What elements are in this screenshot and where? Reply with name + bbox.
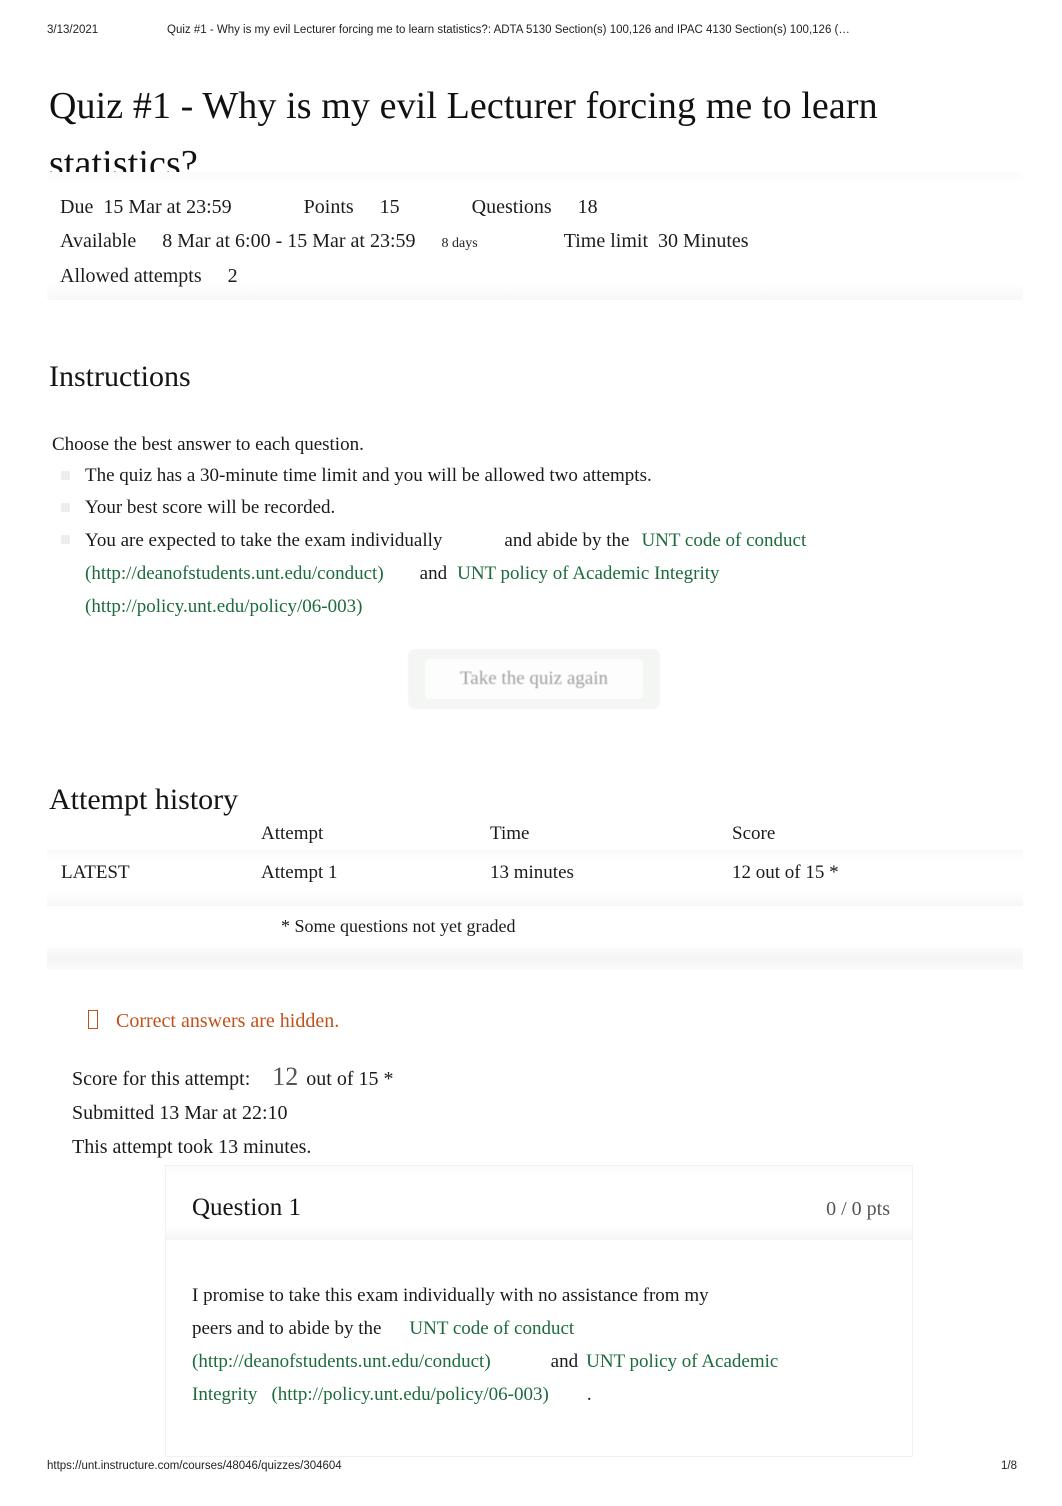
column-header-attempt: Attempt — [261, 823, 324, 844]
allowed-attempts-label: Allowed attempts — [60, 265, 202, 287]
instructions-intro: Choose the best answer to each question. — [52, 434, 364, 455]
questions-value: 18 — [577, 196, 598, 218]
available-days: 8 days — [441, 236, 478, 251]
available-value: 8 Mar at 6:00 - 15 Mar at 23:59 — [162, 230, 416, 252]
score-value: 12 — [272, 1062, 299, 1091]
link-unt-code-of-conduct[interactable]: UNT code of conduct — [409, 1318, 574, 1339]
print-footer-page-number: 1/8 — [1001, 1460, 1017, 1472]
link-unt-code-of-conduct-url[interactable]: (http://deanofstudents.unt.edu/conduct) — [192, 1351, 491, 1372]
score-label: Score for this attempt: — [72, 1068, 251, 1090]
hidden-notice-label: Correct answers are hidden. — [116, 1010, 340, 1032]
questions-label: Questions — [471, 196, 552, 218]
print-footer: https://unt.instructure.com/courses/4804… — [0, 1460, 1062, 1476]
attempt-score-summary: Score for this attempt: 12 out of 15 * Sub… — [72, 1060, 772, 1164]
take-quiz-again-surface: Take the quiz again — [425, 659, 643, 699]
attempt-history-heading: Attempt history — [49, 782, 239, 816]
quiz-meta-band: Due 15 Mar at 23:59 Points 15 Questions 18 Av… — [47, 172, 1023, 300]
link-attempt-1[interactable]: Attempt 1 — [261, 861, 338, 885]
page-content: Quiz #1 - Why is my evil Lecturer forcin… — [0, 0, 1062, 1506]
quiz-meta-row-1: Due 15 Mar at 23:59 Points 15 Questions 18 — [60, 196, 598, 218]
column-header-score: Score — [732, 823, 776, 844]
question-card: Question 1 0 / 0 pts I promise to take t… — [166, 1166, 912, 1456]
list-item-label: You are expected to take the exam indivi… — [85, 530, 443, 551]
link-unt-academic-integrity-cont[interactable]: Integrity — [192, 1384, 257, 1405]
list-item: Your best score will be recorded. — [52, 492, 992, 524]
bullet-icon — [61, 503, 70, 512]
quiz-meta-row-3: Allowed attempts 2 — [60, 265, 238, 287]
print-footer-url: https://unt.instructure.com/courses/4804… — [47, 1460, 342, 1472]
time-limit-label: Time limit — [563, 230, 649, 252]
time-limit-value: 30 Minutes — [658, 230, 749, 252]
conjunction-and: and — [419, 563, 448, 584]
allowed-attempts-value: 2 — [227, 265, 238, 287]
attempt-history-table: Attempt Time Score LATEST Attempt 1 13 m… — [47, 818, 1023, 970]
link-unt-code-of-conduct-url[interactable]: (http://deanofstudents.unt.edu/conduct) — [85, 563, 384, 584]
column-header-time: Time — [490, 823, 530, 844]
instructions-heading: Instructions — [49, 359, 191, 393]
eye-slash-icon — [88, 1010, 98, 1029]
link-unt-academic-integrity-url[interactable]: (http://policy.unt.edu/policy/06-003) — [85, 596, 362, 617]
points-label: Points — [303, 196, 354, 218]
question-text: I promise to take this exam individually… — [192, 1279, 892, 1411]
list-item: You are expected to take the exam indivi… — [52, 524, 992, 623]
question-header: Question 1 0 / 0 pts — [166, 1166, 912, 1240]
cell-time: 13 minutes — [490, 862, 574, 883]
quiz-meta-row-2: Available 8 Mar at 6:00 - 15 Mar at 23:59… — [60, 230, 749, 255]
link-unt-code-of-conduct[interactable]: UNT code of conduct — [641, 530, 806, 551]
link-unt-academic-integrity-url[interactable]: (http://policy.unt.edu/policy/06-003) — [271, 1384, 548, 1405]
question-points: 0 / 0 pts — [826, 1198, 890, 1220]
cell-score: 12 out of 15 * — [732, 862, 839, 883]
question-text-line2: peers and to abide by the — [192, 1318, 382, 1339]
status-badge-answers-hidden: Correct answers are hidden. — [88, 1007, 339, 1035]
due-label: Due — [60, 196, 94, 218]
table-footer-background — [47, 948, 1023, 970]
points-value: 15 — [379, 196, 400, 218]
question-title: Question 1 — [192, 1194, 302, 1221]
bullet-icon — [61, 535, 70, 544]
bullet-icon — [61, 471, 70, 480]
score-out-of: out of 15 * — [306, 1068, 394, 1090]
cell-kept: LATEST — [61, 862, 130, 883]
list-item-label: Your best score will be recorded. — [85, 497, 336, 518]
attempt-duration: This attempt took 13 minutes. — [72, 1136, 312, 1158]
list-item-label: The quiz has a 30-minute time limit and … — [85, 465, 652, 486]
take-quiz-again-label: Take the quiz again — [460, 668, 608, 689]
score-line: Score for this attempt: 12 out of 15 * — [72, 1060, 772, 1096]
due-value: 15 Mar at 23:59 — [103, 196, 232, 218]
link-unt-academic-integrity[interactable]: UNT policy of Academic Integrity — [457, 563, 719, 584]
instructions-bullet-list: The quiz has a 30-minute time limit and … — [52, 460, 992, 623]
conjunction-and: and — [550, 1351, 579, 1372]
attempt-history-note: * Some questions not yet graded — [281, 916, 516, 936]
submitted-timestamp: Submitted 13 Mar at 22:10 — [72, 1102, 288, 1124]
table-header-row: Attempt Time Score — [47, 818, 1023, 850]
question-text-line1: I promise to take this exam individually… — [192, 1285, 709, 1306]
list-item-label-cont: and abide by the — [504, 530, 630, 551]
available-label: Available — [60, 230, 137, 252]
list-item: The quiz has a 30-minute time limit and … — [52, 460, 992, 492]
take-quiz-again-button[interactable]: Take the quiz again — [408, 649, 660, 709]
link-unt-academic-integrity[interactable]: UNT policy of Academic — [586, 1351, 778, 1372]
question-text-period: . — [586, 1384, 592, 1405]
